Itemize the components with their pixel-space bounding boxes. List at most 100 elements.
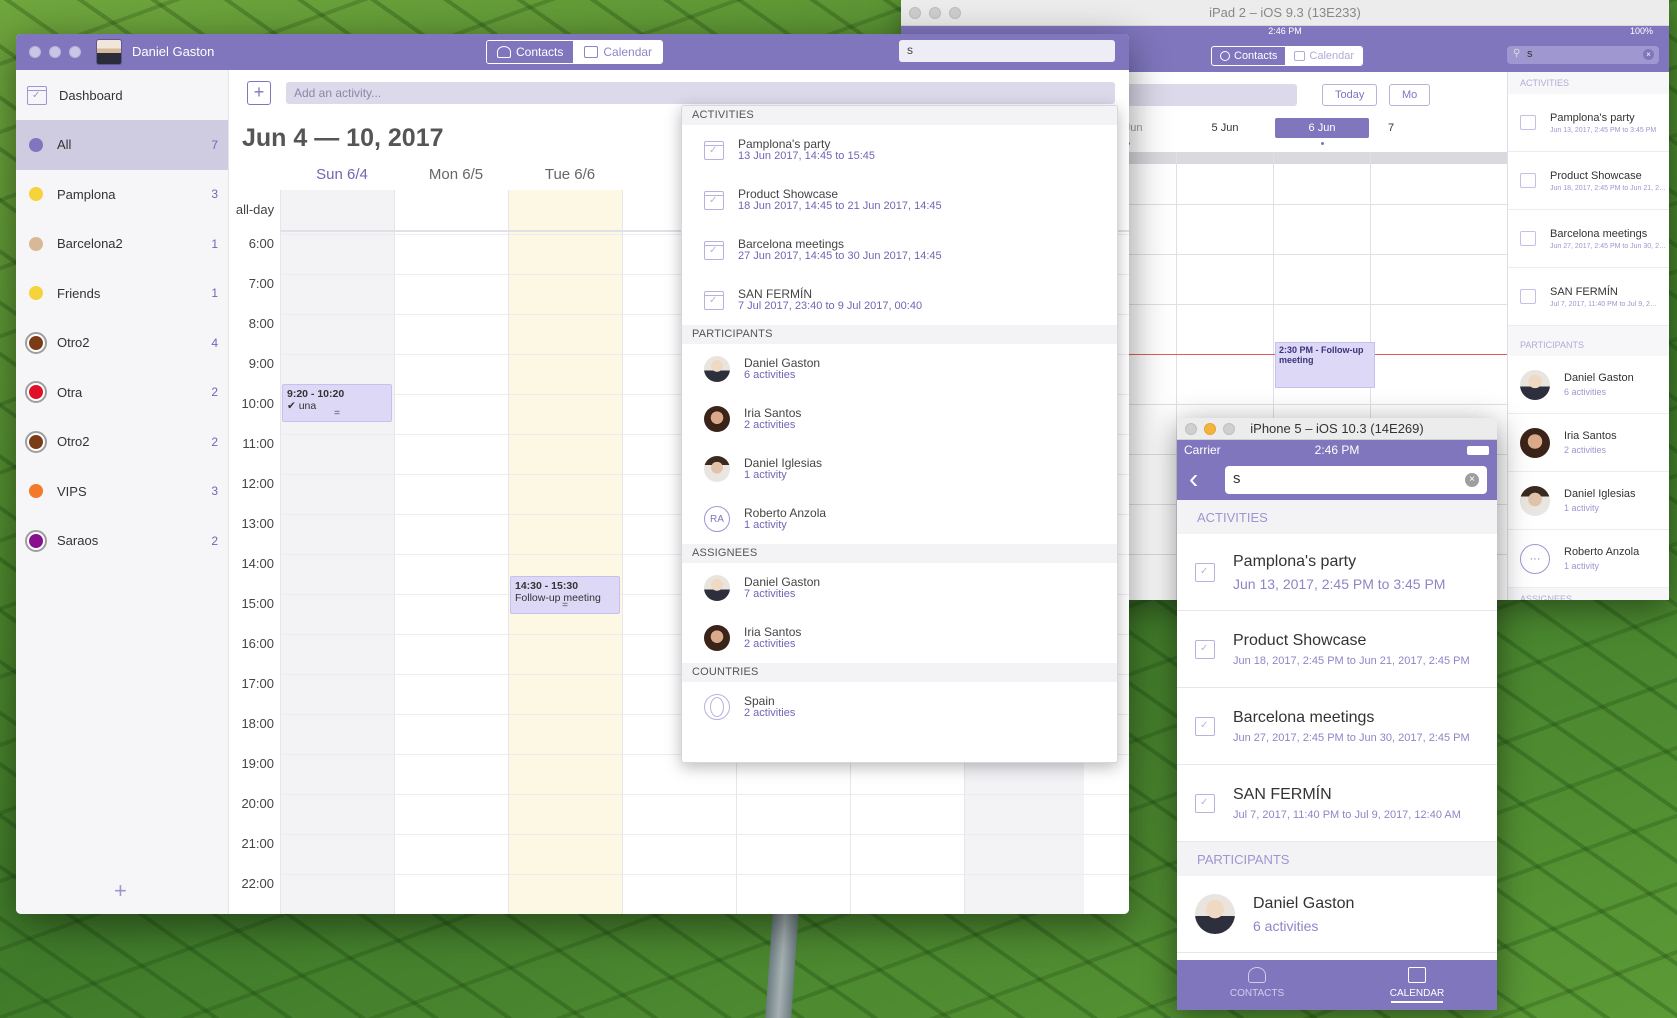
result-subtitle: 6 activities (744, 369, 796, 381)
result-assignee[interactable]: Iria Santos 2 activities (682, 613, 1117, 663)
active-tab-indicator (1391, 1001, 1443, 1003)
result-country[interactable]: Spain 2 activities (682, 682, 1117, 732)
result-subtitle: 1 activity (1564, 561, 1600, 571)
sidebar-item-otro2-b[interactable]: Otro2 2 (16, 417, 228, 467)
calendar-icon (1408, 967, 1426, 983)
iphone-time: 2:46 PM (1314, 443, 1360, 457)
sidebar-item-otra[interactable]: Otra 2 (16, 368, 228, 418)
result-subtitle: 2 activities (744, 638, 796, 650)
section-activities: ACTIVITIES (682, 106, 1117, 125)
result-activity[interactable]: SAN FERMÍN7 Jul 2017, 23:40 to 9 Jul 201… (682, 275, 1117, 325)
ipad-result-activity[interactable]: Product Showcase Jun 18, 2017, 2:45 PM to… (1508, 152, 1669, 210)
search-input[interactable]: s (899, 40, 1115, 62)
hour-label: 6:00 (248, 236, 274, 251)
hour-line (280, 834, 1129, 835)
sidebar-item-pamplona[interactable]: Pamplona 3 (16, 170, 228, 220)
day-header-tue[interactable]: Tue 6/6 (510, 166, 630, 183)
person-icon (1220, 51, 1230, 61)
result-subtitle: Jun 13, 2017, 2:45 PM to 3:45 PM (1233, 575, 1446, 592)
ipad-event-follow-up[interactable]: 2:30 PM - Follow-up meeting (1275, 342, 1375, 388)
ipad-tab-contacts[interactable]: Contacts (1212, 47, 1287, 65)
ipad-result-participant[interactable]: ··· Roberto Anzola 1 activity (1508, 530, 1669, 588)
mac-app-window: Daniel Gaston Contacts Calendar s Dashbo… (16, 34, 1129, 914)
sidebar-item-vips[interactable]: VIPS 3 (16, 467, 228, 517)
ipad-result-activity[interactable]: SAN FERMÍN Jul 7, 2017, 11:40 PM to Jul 9… (1508, 268, 1669, 326)
ipad-day-7[interactable]: 7 (1371, 118, 1411, 138)
avatar[interactable] (96, 39, 122, 65)
ipad-tab-calendar-label: Calendar (1309, 50, 1355, 62)
iphone-result-activity[interactable]: Product Showcase Jun 18, 2017, 2:45 PM to… (1177, 611, 1497, 688)
iphone-tab-calendar[interactable]: CALENDAR (1337, 960, 1497, 1010)
back-chevron-icon[interactable]: ‹ (1189, 464, 1198, 494)
result-activity[interactable]: Pamplona's party13 Jun 2017, 14:45 to 15… (682, 125, 1117, 175)
zoom-button[interactable] (69, 46, 81, 58)
ipad-search-input[interactable]: ⚲ s × (1507, 46, 1659, 64)
ipad-result-activity[interactable]: Pamplona's party Jun 13, 2017, 2:45 PM to… (1508, 94, 1669, 152)
tab-calendar[interactable]: Calendar (574, 41, 663, 63)
iphone-result-activity[interactable]: SAN FERMÍN Jul 7, 2017, 11:40 PM to Jul 9… (1177, 765, 1497, 842)
tab-label: CONTACTS (1229, 988, 1285, 999)
iphone-search-input[interactable]: s × (1225, 466, 1487, 494)
sidebar-item-otro2[interactable]: Otro2 4 (16, 318, 228, 368)
iphone-section-participants: PARTICIPANTS (1177, 842, 1497, 876)
add-activity-input[interactable]: Add an activity... (286, 82, 1115, 104)
ipad-more-button[interactable]: Mo (1389, 84, 1431, 106)
resize-handle[interactable]: = (511, 600, 619, 612)
resize-handle[interactable]: = (283, 408, 391, 420)
ipad-tab-calendar[interactable]: Calendar (1286, 47, 1363, 65)
result-participant[interactable]: RA Roberto Anzola 1 activity (682, 494, 1117, 544)
day-header-sun[interactable]: Sun 6/4 (282, 166, 402, 183)
close-button[interactable] (29, 46, 41, 58)
section-participants: PARTICIPANTS (682, 325, 1117, 344)
result-title: Barcelona meetings (1550, 227, 1648, 240)
event-una[interactable]: 9:20 - 10:20 ✔ una = (282, 384, 392, 422)
result-participant[interactable]: Iria Santos 2 activities (682, 394, 1117, 444)
ipad-result-activity[interactable]: Barcelona meetings Jun 27, 2017, 2:45 PM … (1508, 210, 1669, 268)
sidebar-item-label: VIPS (57, 483, 87, 499)
ipad-result-participant[interactable]: Daniel Gaston 6 activities (1508, 356, 1669, 414)
ipad-result-participant[interactable]: Daniel Iglesias 1 activity (1508, 472, 1669, 530)
ipad-result-participant[interactable]: Iria Santos 2 activities (1508, 414, 1669, 472)
ipad-day-6[interactable]: 6 Jun (1275, 118, 1369, 138)
result-activity[interactable]: Product Showcase18 Jun 2017, 14:45 to 21… (682, 175, 1117, 225)
hour-line (280, 874, 1129, 875)
iphone-result-activity[interactable]: Pamplona's party Jun 13, 2017, 2:45 PM to… (1177, 534, 1497, 611)
day-column-mon[interactable] (394, 190, 508, 914)
result-assignee[interactable]: Daniel Gaston 7 activities (682, 563, 1117, 613)
day-column-sun[interactable] (280, 190, 394, 914)
result-participant[interactable]: Daniel Iglesias 1 activity (682, 444, 1117, 494)
clear-icon[interactable]: × (1643, 49, 1654, 60)
day-column-tue[interactable] (508, 190, 622, 914)
ipad-window-controls[interactable] (909, 7, 961, 19)
iphone-result-participant[interactable]: Daniel Gaston 6 activities (1177, 876, 1497, 953)
sidebar-item-barcelona2[interactable]: Barcelona2 1 (16, 219, 228, 269)
iphone-window-controls[interactable] (1185, 423, 1235, 435)
sidebar-item-count: 4 (211, 335, 218, 350)
calendar-icon (1195, 716, 1215, 736)
add-group-button[interactable]: + (114, 878, 127, 904)
iphone-tab-contacts[interactable]: CONTACTS (1177, 960, 1337, 1010)
hour-label: 14:00 (241, 556, 274, 571)
event-follow-up-meeting[interactable]: 14:30 - 15:30 Follow-up meeting = (510, 576, 620, 614)
sidebar-item-friends[interactable]: Friends 1 (16, 269, 228, 319)
ipad-day-5[interactable]: 5 Jun (1175, 118, 1275, 138)
result-participant[interactable]: Daniel Gaston 6 activities (682, 344, 1117, 394)
sidebar-item-all[interactable]: All 7 (16, 120, 228, 170)
minimize-button[interactable] (49, 46, 61, 58)
calendar-icon (1294, 51, 1306, 61)
tab-contacts[interactable]: Contacts (487, 41, 575, 63)
result-activity[interactable]: Barcelona meetings27 Jun 2017, 14:45 to … (682, 225, 1117, 275)
iphone-status-bar: Carrier 2:46 PM (1177, 440, 1497, 460)
result-subtitle: Jun 18, 2017, 2:45 PM to Jun 21, 2… (1550, 184, 1666, 192)
day-header-mon[interactable]: Mon 6/5 (396, 166, 516, 183)
sidebar-item-count: 2 (211, 533, 218, 548)
ipad-today-button[interactable]: Today (1322, 84, 1378, 106)
sidebar-item-saraos[interactable]: Saraos 2 (16, 516, 228, 566)
search-results-dropdown: ACTIVITIES Pamplona's party13 Jun 2017, … (681, 105, 1118, 763)
add-activity-button[interactable]: + (247, 81, 271, 105)
iphone-result-activity[interactable]: Barcelona meetings Jun 27, 2017, 2:45 PM … (1177, 688, 1497, 765)
result-title: Roberto Anzola (1564, 546, 1640, 558)
calendar-icon (704, 240, 724, 260)
sidebar-item-dashboard[interactable]: Dashboard (16, 70, 228, 120)
clear-icon[interactable]: × (1465, 473, 1479, 487)
